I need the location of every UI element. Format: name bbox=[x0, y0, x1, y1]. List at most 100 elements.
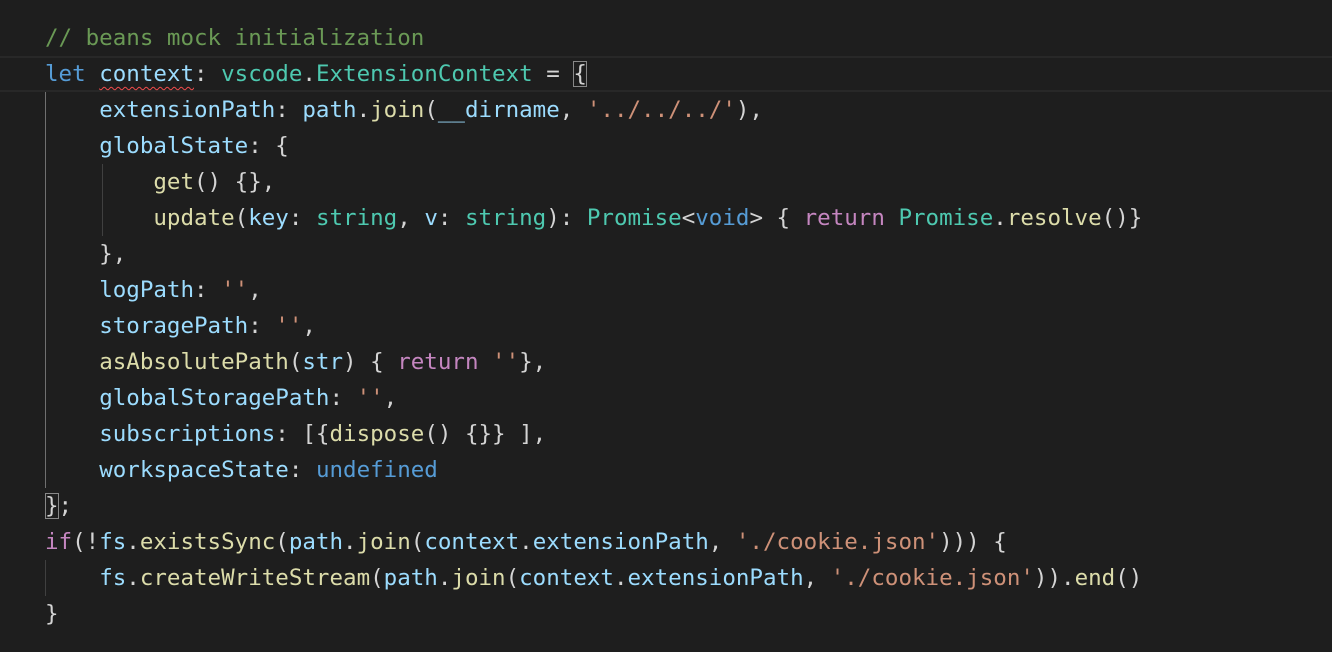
code-line: let context: vscode.ExtensionContext = { bbox=[45, 56, 587, 92]
function-token: join bbox=[356, 529, 411, 555]
variable-token: path bbox=[302, 97, 357, 123]
function-token: get bbox=[153, 169, 195, 195]
punct-token: ( bbox=[410, 529, 425, 555]
code-line: globalState: { bbox=[45, 128, 289, 164]
punct-token bbox=[86, 61, 100, 87]
string-token: '' bbox=[221, 277, 249, 303]
code-line: extensionPath: path.join(__dirname, '../… bbox=[45, 92, 763, 128]
code-line: fs.createWriteStream(path.join(context.e… bbox=[45, 560, 1142, 596]
code-line: globalStoragePath: '', bbox=[45, 380, 397, 416]
string-token: '' bbox=[275, 313, 303, 339]
punct-token bbox=[45, 277, 99, 303]
punct-token: ): bbox=[546, 205, 587, 231]
punct-token bbox=[45, 349, 99, 375]
control-token: if bbox=[45, 529, 73, 555]
punct-token: }, bbox=[45, 241, 127, 267]
variable-token: context bbox=[519, 565, 614, 591]
punct-token: ), bbox=[735, 97, 763, 123]
punct-token: } bbox=[45, 493, 59, 519]
punct-token: (! bbox=[72, 529, 100, 555]
control-token: return bbox=[397, 349, 479, 375]
function-token: asAbsolutePath bbox=[99, 349, 289, 375]
punct-token: () {}} ], bbox=[424, 421, 547, 447]
punct-token: , bbox=[383, 385, 398, 411]
punct-token: () {}, bbox=[194, 169, 276, 195]
function-token: createWriteStream bbox=[139, 565, 371, 591]
punct-token bbox=[45, 205, 153, 231]
code-line: storagePath: '', bbox=[45, 308, 316, 344]
variable-token: fs bbox=[99, 565, 127, 591]
punct-token: ( bbox=[424, 97, 438, 123]
constant-token: undefined bbox=[315, 457, 438, 483]
punct-token: . bbox=[613, 565, 628, 591]
string-token: './cookie.json' bbox=[830, 565, 1034, 591]
punct-token: : [{ bbox=[275, 421, 330, 447]
variable-token: __dirname bbox=[437, 97, 560, 123]
property-token: workspaceState bbox=[99, 457, 289, 483]
type-token: string bbox=[464, 205, 547, 231]
punct-token: , bbox=[708, 529, 736, 555]
function-token: update bbox=[153, 205, 235, 231]
punct-token: } bbox=[45, 601, 59, 627]
punct-token: )). bbox=[1033, 565, 1075, 591]
control-token: return bbox=[803, 205, 885, 231]
string-token: '' bbox=[356, 385, 384, 411]
function-token: dispose bbox=[329, 421, 425, 447]
string-token: '' bbox=[492, 349, 520, 375]
punct-token: . bbox=[343, 529, 357, 555]
punct-token: : { bbox=[248, 133, 289, 159]
op-token: = bbox=[532, 61, 574, 87]
code-line: update(key: string, v: string): Promise<… bbox=[45, 200, 1142, 236]
param-token: v bbox=[424, 205, 438, 231]
punct-token: , bbox=[302, 313, 316, 339]
punct-token bbox=[885, 205, 899, 231]
punct-token: : bbox=[437, 205, 465, 231]
punct-token: ( bbox=[505, 565, 520, 591]
property-token: subscriptions bbox=[99, 421, 276, 447]
string-token: '../../../' bbox=[586, 97, 736, 123]
punct-token bbox=[45, 313, 99, 339]
punct-token bbox=[45, 169, 153, 195]
variable-token: context bbox=[99, 61, 195, 87]
variable-token: extensionPath bbox=[532, 529, 709, 555]
function-token: existsSync bbox=[139, 529, 276, 555]
property-token: globalState bbox=[99, 133, 249, 159]
punct-token bbox=[45, 565, 99, 591]
punct-token: ))) { bbox=[939, 529, 1007, 555]
type-token: Promise bbox=[586, 205, 682, 231]
code-editor[interactable]: // beans mock initialization let context:… bbox=[0, 0, 1332, 652]
punct-token: . bbox=[302, 61, 316, 87]
punct-token: , bbox=[248, 277, 262, 303]
property-token: logPath bbox=[99, 277, 195, 303]
punct-token: : bbox=[248, 313, 276, 339]
punct-token: ) { bbox=[343, 349, 398, 375]
variable-token: path bbox=[288, 529, 344, 555]
punct-token: , bbox=[397, 205, 425, 231]
punct-token: }, bbox=[519, 349, 547, 375]
punct-token: , bbox=[803, 565, 831, 591]
code-line: }, bbox=[45, 236, 126, 272]
property-token: storagePath bbox=[99, 313, 249, 339]
punct-token: . bbox=[519, 529, 533, 555]
code-line: get() {}, bbox=[45, 164, 275, 200]
punct-token bbox=[45, 385, 99, 411]
punct-token: : bbox=[194, 277, 222, 303]
punct-token: > { bbox=[749, 205, 804, 231]
type-token: ExtensionContext bbox=[315, 61, 533, 87]
punct-token: : bbox=[194, 61, 222, 87]
punct-token: , bbox=[559, 97, 587, 123]
property-token: globalStoragePath bbox=[99, 385, 330, 411]
punct-token: ; bbox=[58, 493, 73, 519]
code-line: } bbox=[45, 596, 59, 632]
code-line: subscriptions: [{dispose() {}} ], bbox=[45, 416, 546, 452]
punct-token: { bbox=[573, 61, 587, 87]
function-token: join bbox=[451, 565, 506, 591]
punct-token bbox=[45, 97, 99, 123]
code-line: if(!fs.existsSync(path.join(context.exte… bbox=[45, 524, 1007, 560]
punct-token: () bbox=[1115, 565, 1143, 591]
param-token: key bbox=[248, 205, 289, 231]
punct-token: ( bbox=[275, 529, 289, 555]
punct-token: : bbox=[329, 385, 357, 411]
punct-token bbox=[45, 457, 99, 483]
function-token: end bbox=[1074, 565, 1116, 591]
